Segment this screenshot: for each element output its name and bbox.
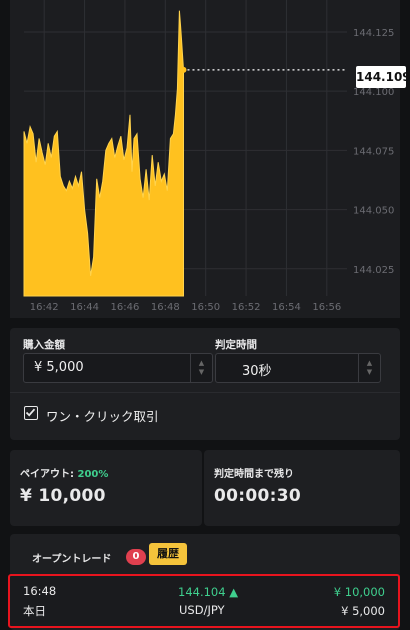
remaining-time-label: 判定時間まで残り: [214, 469, 294, 480]
stepper-down-icon[interactable]: ▼: [191, 368, 212, 377]
payout-value: ¥ 10,000: [20, 486, 106, 506]
x-tick-label: 16:50: [191, 302, 220, 313]
x-tick-label: 16:52: [232, 302, 261, 313]
one-click-checkbox[interactable]: [24, 406, 38, 420]
y-tick-label: 144.025: [353, 265, 394, 276]
x-tick-label: 16:44: [70, 302, 99, 313]
duration-value: 30秒: [242, 364, 272, 379]
y-tick-label: 144.100: [353, 87, 394, 98]
x-tick-label: 16:46: [111, 302, 140, 313]
payout-label: ペイアウト: 200%: [20, 465, 108, 480]
current-price-dot: [180, 66, 187, 73]
open-trades-title: オープントレード: [32, 554, 112, 565]
remaining-time-card: 判定時間まで残り 00:00:30: [204, 450, 400, 526]
amount-input[interactable]: ¥ 5,000 ▲ ▼: [23, 353, 213, 383]
x-tick-label: 16:54: [272, 302, 301, 313]
y-tick-label: 144.050: [353, 206, 394, 217]
open-trades-count-badge: 0: [126, 549, 146, 565]
trade-time: 16:48: [23, 584, 57, 598]
payout-percent: 200%: [77, 469, 109, 480]
duration-input[interactable]: 30秒 ▲ ▼: [215, 353, 381, 383]
history-button[interactable]: 履歴: [149, 543, 187, 565]
stepper-down-icon[interactable]: ▼: [359, 368, 380, 377]
x-tick-label: 16:56: [312, 302, 341, 313]
chart-canvas: 16:42 16:44 16:46 16:48 16:50 16:52 16:54 16:56…: [23, 0, 394, 313]
x-tick-label: 16:42: [30, 302, 59, 313]
trade-day: 本日: [23, 604, 46, 618]
stepper-up-icon[interactable]: ▲: [359, 359, 380, 368]
amount-value: ¥ 5,000: [34, 360, 84, 375]
duration-label: 判定時間: [215, 339, 257, 351]
price-area: [23, 10, 184, 297]
divider: [10, 392, 400, 393]
x-tick-label: 16:48: [151, 302, 180, 313]
checkmark-icon: [25, 408, 36, 417]
trade-row[interactable]: 16:48 本日 144.104 ▲ USD/JPY ¥ 10,000 ¥ 5,…: [8, 574, 400, 628]
stepper-up-icon[interactable]: ▲: [191, 359, 212, 368]
trade-entry-price: 144.104 ▲: [178, 585, 239, 599]
payout-card: ペイアウト: 200% ¥ 10,000: [10, 450, 202, 526]
remaining-time-value: 00:00:30: [214, 486, 301, 506]
purchase-form: 購入金額 ¥ 5,000 ▲ ▼ 判定時間 30秒 ▲ ▼ ワン・クリック取引: [10, 328, 400, 440]
amount-label: 購入金額: [23, 339, 65, 351]
duration-stepper[interactable]: ▲ ▼: [358, 354, 380, 382]
trade-pair: USD/JPY: [179, 603, 225, 617]
current-price-tag: 144.109: [356, 66, 410, 88]
y-tick-label: 144.075: [353, 146, 394, 157]
amount-stepper[interactable]: ▲ ▼: [190, 354, 212, 382]
trade-amount: ¥ 5,000: [341, 604, 385, 618]
price-chart: 16:42 16:44 16:46 16:48 16:50 16:52 16:54 16:56…: [10, 0, 410, 318]
trade-payout: ¥ 10,000: [333, 585, 385, 599]
payout-label-text: ペイアウト:: [20, 469, 78, 480]
one-click-label[interactable]: ワン・クリック取引: [46, 406, 159, 425]
y-tick-label: 144.125: [353, 28, 394, 39]
